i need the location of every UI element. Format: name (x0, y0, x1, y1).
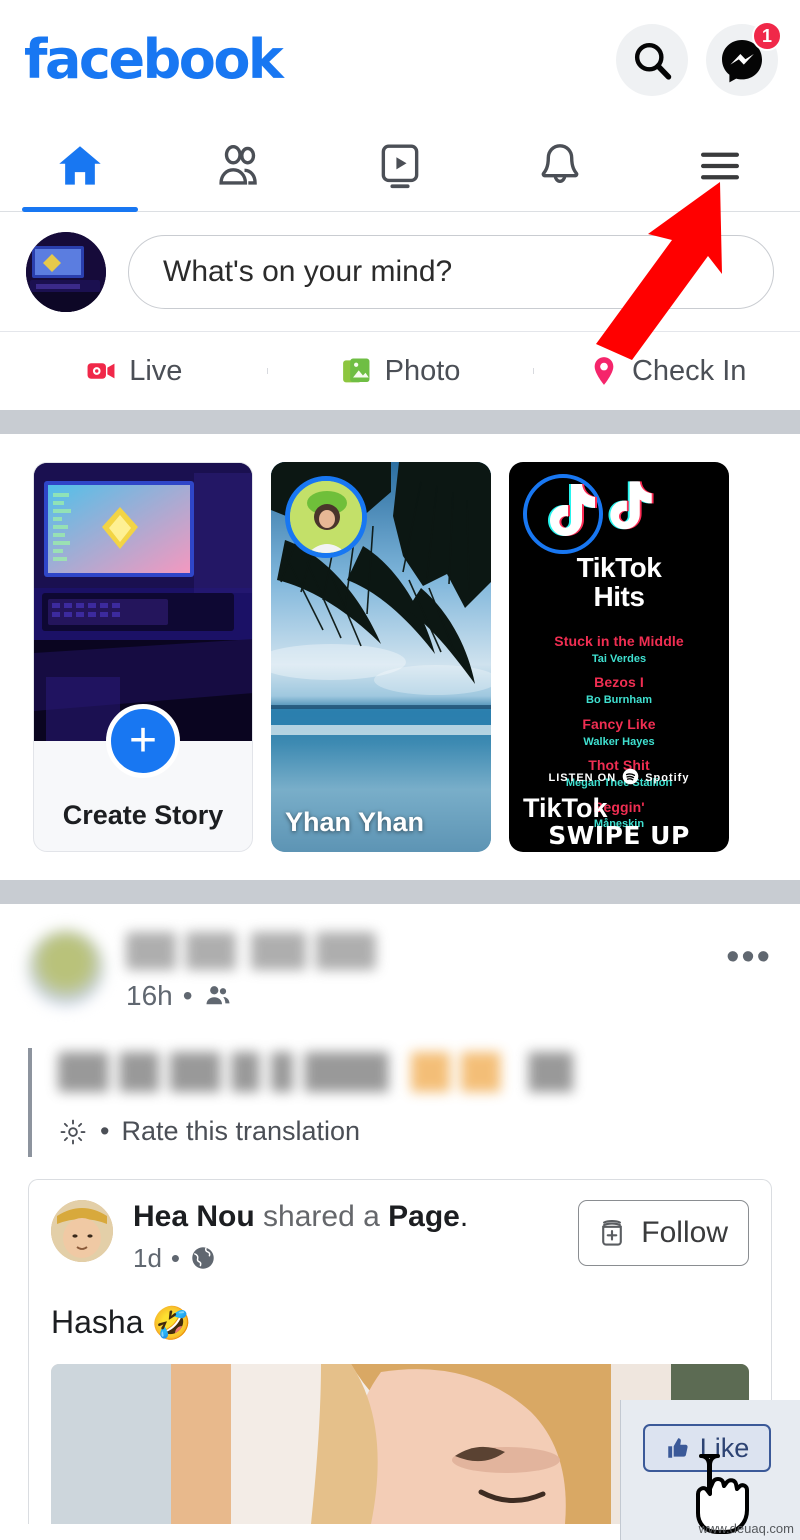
swipe-up-label[interactable]: SWIPE UP (509, 821, 729, 850)
live-label: Live (129, 354, 183, 387)
search-button[interactable] (616, 24, 688, 96)
track-item: Fancy Like Walker Hayes (509, 715, 729, 750)
shared-action-text: shared a (263, 1200, 380, 1233)
story-card-tiktok[interactable]: TikTok Hits Stuck in the Middle Tai Verd… (509, 462, 729, 852)
live-button[interactable]: Live (0, 354, 267, 388)
active-tab-indicator (22, 207, 138, 212)
photo-icon (340, 354, 374, 388)
gear-icon (58, 1117, 88, 1147)
track-artist: Bo Burnham (586, 694, 652, 707)
facebook-logo[interactable]: facebook (24, 33, 284, 87)
track-artist: Tai Verdes (591, 652, 647, 665)
tiktok-title-line2: Hits (593, 580, 645, 612)
story-card-yhan-yhan[interactable]: Yhan Yhan (271, 462, 491, 852)
video-play-icon (373, 139, 427, 193)
app-header: facebook 1 (0, 0, 800, 120)
create-story-label: Create Story (62, 800, 224, 830)
rate-translation-link[interactable]: Rate this translation (121, 1116, 360, 1147)
story-card-create[interactable]: + Create Story (33, 462, 253, 852)
rate-translation-row[interactable]: • Rate this translation (58, 1116, 772, 1147)
post-more-options-button[interactable]: ••• (726, 930, 772, 976)
track-item: Stuck in the Middle Tai Verdes (509, 632, 729, 667)
messenger-button[interactable]: 1 (706, 21, 782, 96)
tab-home[interactable] (0, 120, 160, 212)
track-item: Bezos I Bo Burnham (509, 673, 729, 708)
metadata-bullet: • (170, 1242, 181, 1273)
shared-card-metadata: 1d • (133, 1243, 578, 1274)
messenger-badge: 1 (752, 21, 782, 51)
whats-on-your-mind-input[interactable]: What's on your mind? (128, 234, 774, 309)
like-button-overlay: Like www.deuaq.com (620, 1400, 800, 1540)
post-metadata: 16h • (126, 980, 726, 1012)
home-icon (53, 139, 107, 193)
follow-label: Follow (641, 1216, 728, 1249)
location-pin-icon (587, 354, 621, 388)
story-name-label: TikTok (523, 793, 608, 823)
create-story-plus-button[interactable]: + (106, 704, 180, 778)
shared-card-text: Hea Nou shared a Page. 1d • (133, 1200, 578, 1274)
tab-friends[interactable] (160, 120, 320, 211)
post-body-text (58, 1052, 618, 1092)
site-watermark: www.deuaq.com (698, 1521, 794, 1536)
photo-button[interactable]: Photo (266, 354, 534, 388)
bell-icon (533, 139, 587, 193)
friends-icon (213, 139, 267, 193)
section-divider (0, 410, 800, 434)
post-translation-block: • Rate this translation (28, 1048, 772, 1157)
create-story-thumbnail (34, 463, 252, 741)
check-in-button[interactable]: Check In (533, 354, 800, 388)
follow-button[interactable]: Follow (578, 1200, 749, 1266)
globe-icon (189, 1244, 217, 1272)
spotify-label: Spotify (645, 772, 690, 784)
tab-notifications[interactable] (480, 120, 640, 211)
shared-author-avatar[interactable] (51, 1200, 113, 1262)
tiktok-hits-title: TikTok Hits (509, 552, 729, 612)
story-name-label: Yhan Yhan (285, 807, 425, 837)
post-author-name[interactable] (126, 932, 376, 970)
tab-watch[interactable] (320, 120, 480, 211)
post-timestamp: 16h (126, 980, 173, 1011)
post-author-avatar[interactable] (28, 930, 104, 1006)
rate-bullet: • (100, 1116, 110, 1146)
track-song: Fancy Like (582, 715, 656, 732)
track-artist: Walker Hayes (583, 735, 655, 748)
check-in-label: Check In (631, 354, 747, 387)
tab-menu[interactable] (640, 120, 800, 211)
section-divider (0, 880, 800, 904)
shared-timestamp: 1d (133, 1242, 162, 1273)
friends-audience-icon (203, 981, 233, 1011)
post-composer: What's on your mind? (0, 212, 800, 332)
story-avatar-yhan-yhan (285, 476, 367, 558)
post-header: 16h • ••• (28, 930, 772, 1012)
hamburger-menu-icon (693, 139, 747, 193)
shared-card-caption: Hasha 🤣 (51, 1304, 749, 1342)
shared-headline: Hea Nou shared a Page. (133, 1200, 578, 1235)
stories-carousel[interactable]: + Create Story Yhan Yhan TikTok Hits Stu… (0, 434, 800, 880)
follow-plus-icon (595, 1216, 629, 1250)
shared-author-name[interactable]: Hea Nou (133, 1200, 255, 1233)
live-video-icon (84, 354, 118, 388)
shared-object-type: Page (388, 1200, 460, 1233)
listen-on-label: LISTEN ON (548, 772, 617, 784)
track-song: Stuck in the Middle (554, 633, 684, 649)
metadata-bullet: • (182, 980, 193, 1011)
photo-label: Photo (384, 354, 461, 387)
post-author-info: 16h • (126, 930, 726, 1012)
shared-period: . (459, 1200, 469, 1233)
tiktok-logos (521, 472, 729, 558)
track-song: Bezos I (594, 674, 644, 691)
composer-actions: Live Photo Check In (0, 332, 800, 410)
caption-text: Hasha (51, 1304, 144, 1340)
search-icon (630, 38, 674, 82)
facebook-mobile-screen: facebook 1 What's on your mind? Live Pho… (0, 0, 800, 1540)
listen-on-spotify: LISTEN ON Spotify (509, 768, 729, 788)
navigation-tabs (0, 120, 800, 212)
shared-card-header: Hea Nou shared a Page. 1d • Follow (51, 1200, 749, 1274)
composer-avatar[interactable] (26, 231, 106, 312)
laughing-emoji: 🤣 (151, 1304, 192, 1341)
tiktok-title-line1: TikTok (576, 552, 662, 583)
spotify-icon (622, 768, 639, 788)
